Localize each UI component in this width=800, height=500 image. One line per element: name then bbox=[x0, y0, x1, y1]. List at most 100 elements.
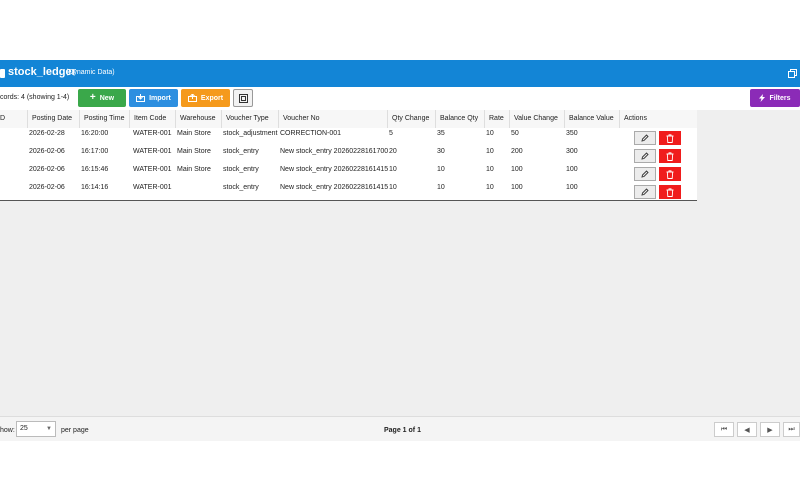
cell-item-code: WATER-001 bbox=[133, 184, 172, 191]
column-header-rate[interactable]: Rate bbox=[485, 110, 510, 128]
column-header-balance-qty[interactable]: Balance Qty bbox=[436, 110, 485, 128]
cell-rate: 10 bbox=[486, 148, 494, 155]
cell-voucher-no: New stock_entry 20260228161415 bbox=[280, 184, 388, 191]
cell-voucher-type: stock_entry bbox=[223, 148, 259, 155]
new-button-label: New bbox=[99, 94, 115, 102]
cell-balance-qty: 30 bbox=[437, 148, 445, 155]
table-row[interactable]: 2026-02-06 16:15:46 WATER-001 Main Store… bbox=[0, 164, 697, 183]
cell-voucher-type: stock_entry bbox=[223, 166, 259, 173]
new-button[interactable]: + New bbox=[78, 89, 126, 107]
record-count: cords: 4 (showing 1-4) bbox=[0, 94, 70, 101]
pencil-icon bbox=[641, 134, 649, 142]
cell-balance-qty: 35 bbox=[437, 130, 445, 137]
cell-balance-value: 100 bbox=[566, 166, 578, 173]
export-icon bbox=[187, 94, 197, 102]
edit-button[interactable] bbox=[634, 149, 656, 163]
cell-balance-value: 350 bbox=[566, 130, 578, 137]
column-header-actions: Actions bbox=[624, 115, 647, 122]
column-header-value-change[interactable]: Value Change bbox=[510, 110, 565, 128]
filters-button[interactable]: Filters bbox=[750, 89, 800, 107]
import-button[interactable]: Import bbox=[129, 89, 178, 107]
cell-posting-date: 2026-02-28 bbox=[29, 130, 65, 137]
column-header-voucher-type[interactable]: Voucher Type bbox=[222, 110, 279, 128]
page-info: Page 1 of 1 bbox=[384, 427, 421, 434]
next-page-icon: ▶ bbox=[767, 426, 773, 434]
delete-button[interactable] bbox=[659, 167, 681, 181]
cell-qty-change: 10 bbox=[389, 166, 397, 173]
columns-icon bbox=[238, 93, 248, 103]
table-row[interactable]: 2026-02-06 16:14:16 WATER-001 stock_entr… bbox=[0, 182, 697, 201]
pencil-icon bbox=[641, 188, 649, 196]
cell-rate: 10 bbox=[486, 130, 494, 137]
first-page-button[interactable]: ⏮ bbox=[714, 422, 734, 437]
last-page-button[interactable]: ⏭ bbox=[783, 422, 800, 437]
per-page-label: per page bbox=[61, 427, 89, 434]
page-size-select[interactable]: 25 ▼ bbox=[16, 421, 56, 437]
first-page-icon: ⏮ bbox=[720, 425, 728, 433]
window-subtitle: (Dynamic Data) bbox=[66, 69, 115, 76]
toolbar: cords: 4 (showing 1-4) + New Import Expo… bbox=[0, 87, 800, 110]
pencil-icon bbox=[641, 152, 649, 160]
edit-button[interactable] bbox=[634, 185, 656, 199]
trash-icon bbox=[666, 187, 674, 197]
column-header-posting-time[interactable]: Posting Time bbox=[80, 110, 130, 128]
cell-posting-date: 2026-02-06 bbox=[29, 184, 65, 191]
plus-icon: + bbox=[89, 92, 96, 103]
column-header-stub[interactable]: D bbox=[0, 110, 28, 128]
cell-value-change: 200 bbox=[511, 148, 523, 155]
edit-button[interactable] bbox=[634, 167, 656, 181]
cell-voucher-no: New stock_entry 20260228161415 bbox=[280, 166, 388, 173]
title-bar: stock_ledger (Dynamic Data) bbox=[0, 60, 800, 87]
cell-qty-change: 5 bbox=[389, 130, 393, 137]
trash-icon bbox=[666, 169, 674, 179]
cell-warehouse: Main Store bbox=[177, 148, 211, 155]
page-size-value: 25 bbox=[20, 425, 28, 432]
show-label: how: bbox=[0, 427, 15, 434]
import-button-label: Import bbox=[149, 94, 171, 102]
cell-voucher-type: stock_entry bbox=[223, 184, 259, 191]
pagination-bar: how: 25 ▼ per page Page 1 of 1 ⏮ ◀ ▶ ⏭ bbox=[0, 416, 800, 441]
cell-posting-time: 16:14:16 bbox=[81, 184, 109, 191]
delete-button[interactable] bbox=[659, 149, 681, 163]
cell-qty-change: 20 bbox=[389, 148, 397, 155]
cell-value-change: 50 bbox=[511, 130, 519, 137]
column-header-item-code[interactable]: Item Code bbox=[130, 110, 176, 128]
column-header-warehouse[interactable]: Warehouse bbox=[176, 110, 222, 128]
cell-item-code: WATER-001 bbox=[133, 148, 172, 155]
column-header-qty-change[interactable]: Qty Change bbox=[388, 110, 436, 128]
previous-page-button[interactable]: ◀ bbox=[737, 422, 757, 437]
trash-icon bbox=[666, 151, 674, 161]
lightning-icon bbox=[759, 94, 766, 102]
cell-item-code: WATER-001 bbox=[133, 130, 172, 137]
cell-item-code: WATER-001 bbox=[133, 166, 172, 173]
next-page-button[interactable]: ▶ bbox=[760, 422, 780, 437]
export-button[interactable]: Export bbox=[181, 89, 230, 107]
pencil-icon bbox=[641, 170, 649, 178]
filters-button-label: Filters bbox=[769, 94, 791, 102]
table-row[interactable]: 2026-02-06 16:17:00 WATER-001 Main Store… bbox=[0, 146, 697, 165]
cell-balance-value: 300 bbox=[566, 148, 578, 155]
cell-rate: 10 bbox=[486, 166, 494, 173]
delete-button[interactable] bbox=[659, 131, 681, 145]
cell-balance-qty: 10 bbox=[437, 184, 445, 191]
table-header: D Posting Date Posting Time Item Code Wa… bbox=[0, 110, 697, 129]
column-header-posting-date[interactable]: Posting Date bbox=[28, 110, 80, 128]
previous-page-icon: ◀ bbox=[744, 426, 750, 434]
cell-rate: 10 bbox=[486, 184, 494, 191]
cell-value-change: 100 bbox=[511, 184, 523, 191]
restore-window-icon[interactable] bbox=[788, 69, 798, 79]
edit-button[interactable] bbox=[634, 131, 656, 145]
cell-posting-time: 16:17:00 bbox=[81, 148, 109, 155]
table-row[interactable]: 2026-02-28 16:20:00 WATER-001 Main Store… bbox=[0, 128, 697, 147]
cell-warehouse: Main Store bbox=[177, 166, 211, 173]
column-header-balance-value[interactable]: Balance Value bbox=[565, 110, 620, 128]
export-button-label: Export bbox=[200, 94, 224, 102]
cell-voucher-no: CORRECTION-001 bbox=[280, 130, 342, 137]
column-header-voucher-no[interactable]: Voucher No bbox=[279, 110, 388, 128]
import-icon bbox=[136, 94, 146, 102]
columns-button[interactable] bbox=[233, 89, 253, 107]
delete-button[interactable] bbox=[659, 185, 681, 199]
cell-balance-value: 100 bbox=[566, 184, 578, 191]
cell-posting-time: 16:15:46 bbox=[81, 166, 109, 173]
cell-balance-qty: 10 bbox=[437, 166, 445, 173]
